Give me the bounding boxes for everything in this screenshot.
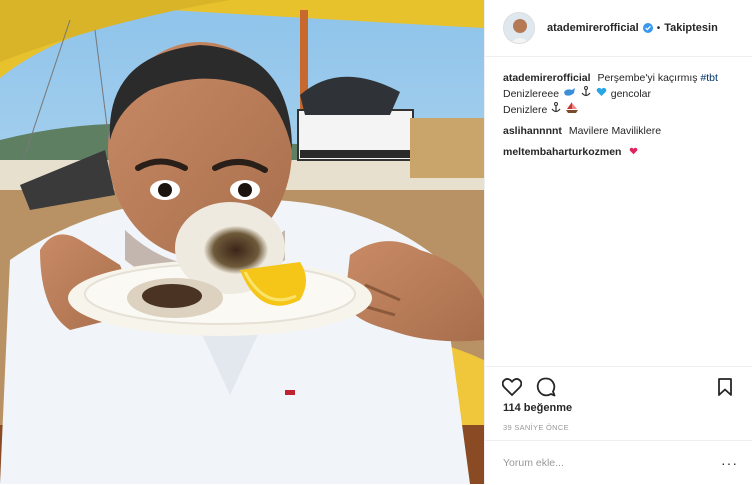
- comment-username[interactable]: meltembaharturkozmen: [503, 146, 621, 158]
- header-username[interactable]: atademirerofficial: [547, 22, 639, 34]
- separator-dot: •: [656, 22, 661, 34]
- post-timestamp[interactable]: 39 SANİYE ÖNCE: [503, 423, 569, 432]
- action-bar: [485, 366, 752, 407]
- caption-line2b: gencolar: [610, 87, 652, 100]
- post-photo[interactable]: [0, 0, 484, 484]
- instagram-post: atademirerofficial • Takiptesin atademir…: [0, 0, 752, 484]
- anchor-emoji-icon: [581, 86, 591, 102]
- caption-line2: Denizlereee: [503, 87, 560, 100]
- more-options-icon[interactable]: ···: [721, 455, 738, 471]
- caption-line3: Denizlere: [503, 103, 548, 116]
- anchor-emoji-icon: [551, 102, 561, 118]
- red-heart-emoji-icon: [629, 145, 638, 160]
- bookmark-icon[interactable]: [714, 376, 736, 398]
- comment-username[interactable]: aslihannnnt: [503, 125, 562, 137]
- comment-text: Mavilere Maviliklere: [568, 125, 662, 137]
- heart-icon[interactable]: [501, 376, 523, 398]
- post-header: atademirerofficial • Takiptesin: [485, 0, 752, 57]
- avatar[interactable]: [503, 12, 535, 44]
- like-count[interactable]: 114 beğenme: [503, 402, 572, 414]
- caption: atademirerofficial Perşembe'yi kaçırmış …: [503, 71, 740, 118]
- sailboat-emoji-icon: [566, 102, 579, 118]
- follow-status-button[interactable]: Takiptesin: [664, 22, 718, 34]
- verified-icon: [642, 23, 653, 33]
- caption-username[interactable]: atademirerofficial: [503, 72, 591, 84]
- comment-icon[interactable]: [535, 376, 557, 398]
- comment-list: atademirerofficial Perşembe'yi kaçırmış …: [485, 57, 752, 160]
- blue-heart-emoji-icon: [596, 87, 607, 102]
- whale-emoji-icon: [563, 87, 576, 102]
- caption-hashtag[interactable]: #tbt: [700, 72, 718, 84]
- add-comment-bar: Yorum ekle... ···: [485, 440, 752, 485]
- comment-item: aslihannnnt Mavilere Maviliklere: [503, 124, 740, 139]
- comment-input[interactable]: Yorum ekle...: [503, 457, 564, 469]
- caption-text: Perşembe'yi kaçırmış: [597, 72, 698, 84]
- post-sidebar: atademirerofficial • Takiptesin atademir…: [484, 0, 752, 484]
- comment-item: meltembaharturkozmen: [503, 145, 740, 160]
